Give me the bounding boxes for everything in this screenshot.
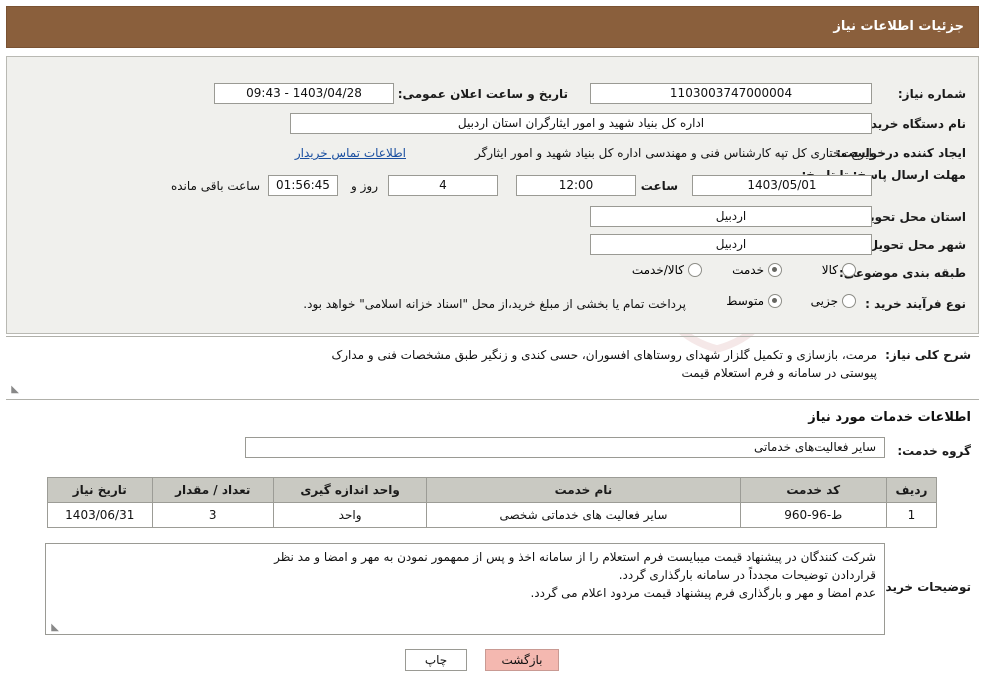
radio-motevaset-icon[interactable] — [768, 294, 782, 308]
divider-bottom — [6, 399, 979, 400]
purchase-type-label: نوع فرآیند خرید : — [865, 297, 966, 311]
need-number-value: 1103003747000004 — [590, 83, 872, 104]
announce-date-label: تاریخ و ساعت اعلان عمومی: — [397, 87, 568, 101]
table-row: 1 ط-96-960 سایر فعالیت های خدماتی شخصی و… — [47, 502, 938, 528]
back-button[interactable]: بازگشت — [485, 649, 559, 671]
requester-value: ایرج مختاری کل تپه کارشناس فنی و مهندسی … — [474, 146, 872, 160]
radio-kala-khedmat-icon[interactable] — [688, 263, 702, 277]
need-description-label: شرح کلی نیاز: — [885, 348, 971, 362]
purchase-type-option-jozee-label: جزیی — [810, 294, 838, 308]
need-description-line2: پیوستی در سامانه و فرم استعلام قیمت — [681, 366, 877, 380]
services-table: ردیف کد خدمت نام خدمت واحد اندازه گیری ت… — [47, 477, 938, 528]
divider-top — [6, 336, 979, 337]
remaining-clock-value: 01:56:45 — [268, 175, 338, 196]
purchase-note: پرداخت تمام یا بخشی از مبلغ خرید،از محل … — [303, 297, 686, 311]
need-description-line1: مرمت، بازسازی و تکمیل گلزار شهدای روستاه… — [331, 348, 877, 362]
page-title: جزئیات اطلاعات نیاز — [833, 19, 964, 34]
city-label: شهر محل تحویل: — [862, 238, 966, 252]
service-group-label: گروه خدمت: — [897, 444, 971, 458]
col-name: نام خدمت — [426, 477, 741, 503]
radio-khedmat-icon[interactable] — [768, 263, 782, 277]
page-header: جزئیات اطلاعات نیاز — [6, 6, 979, 48]
page-root: جزئیات اطلاعات نیاز ArianTender.net شمار… — [0, 0, 985, 691]
remaining-days-value: 4 — [388, 175, 498, 196]
province-value: اردبیل — [590, 206, 872, 227]
col-date: تاریخ نیاز — [47, 477, 153, 503]
deadline-date-value: 1403/05/01 — [692, 175, 872, 196]
cell-unit: واحد — [272, 502, 428, 528]
buyer-org-value: اداره کل بنیاد شهید و امور ایثارگران است… — [290, 113, 872, 134]
col-row: ردیف — [885, 477, 938, 503]
service-group-value: سایر فعالیت‌های خدماتی — [245, 437, 885, 458]
print-button[interactable]: چاپ — [405, 649, 467, 671]
buyer-contact-link[interactable]: اطلاعات تماس خریدار — [295, 146, 406, 160]
purchase-type-option-jozee[interactable]: جزیی — [811, 294, 856, 308]
services-section-heading: اطلاعات خدمات مورد نیاز — [808, 410, 971, 425]
remaining-clock-label: ساعت باقی مانده — [170, 179, 260, 193]
category-option-kala-label: کالا — [821, 263, 838, 277]
col-unit: واحد اندازه گیری — [272, 477, 428, 503]
buyer-notes-line3: عدم امضا و مهر و بارگذاری فرم پیشنهاد قی… — [530, 586, 876, 600]
category-option-khedmat[interactable]: خدمت — [732, 263, 782, 277]
buyer-notes-line2: قراردادن توضیحات مجدداً در سامانه بارگذا… — [618, 568, 876, 582]
category-option-khedmat-label: خدمت — [732, 263, 764, 277]
cell-name: سایر فعالیت های خدماتی شخصی — [426, 502, 741, 528]
resize-grip-icon[interactable]: ◣ — [9, 385, 19, 395]
cell-date: 1403/06/31 — [47, 502, 153, 528]
need-description-text: مرمت، بازسازی و تکمیل گلزار شهدای روستاه… — [6, 340, 885, 396]
cell-row: 1 — [885, 502, 938, 528]
radio-jozee-icon[interactable] — [842, 294, 856, 308]
deadline-time-label: ساعت — [640, 179, 678, 193]
radio-kala-icon[interactable] — [842, 263, 856, 277]
category-option-kala-khedmat-label: کالا/خدمت — [631, 263, 684, 277]
need-number-label: شماره نیاز: — [897, 87, 966, 101]
category-option-kala-khedmat[interactable]: کالا/خدمت — [632, 263, 702, 277]
cell-code: ط-96-960 — [739, 502, 887, 528]
remaining-days-label: روز و — [351, 179, 378, 193]
purchase-type-option-motevaset-label: متوسط — [726, 294, 764, 308]
announce-date-value: 1403/04/28 - 09:43 — [214, 83, 394, 104]
buyer-notes-resize-grip-icon[interactable]: ◣ — [49, 623, 59, 633]
need-info-panel: شماره نیاز: 1103003747000004 تاریخ و ساع… — [6, 56, 979, 334]
col-qty: تعداد / مقدار — [151, 477, 274, 503]
category-option-kala[interactable]: کالا — [822, 263, 856, 277]
city-value: اردبیل — [590, 234, 872, 255]
buyer-notes-line1: شرکت کنندگان در پیشنهاد قیمت میبایست فرم… — [274, 550, 876, 564]
category-label: طبقه بندی موضوعی: — [838, 266, 966, 280]
buyer-notes-text[interactable]: شرکت کنندگان در پیشنهاد قیمت میبایست فرم… — [45, 543, 885, 635]
deadline-time-value: 12:00 — [516, 175, 636, 196]
col-code: کد خدمت — [739, 477, 887, 503]
services-table-header-row: ردیف کد خدمت نام خدمت واحد اندازه گیری ت… — [47, 477, 938, 503]
purchase-type-option-motevaset[interactable]: متوسط — [726, 294, 782, 308]
cell-qty: 3 — [151, 502, 274, 528]
